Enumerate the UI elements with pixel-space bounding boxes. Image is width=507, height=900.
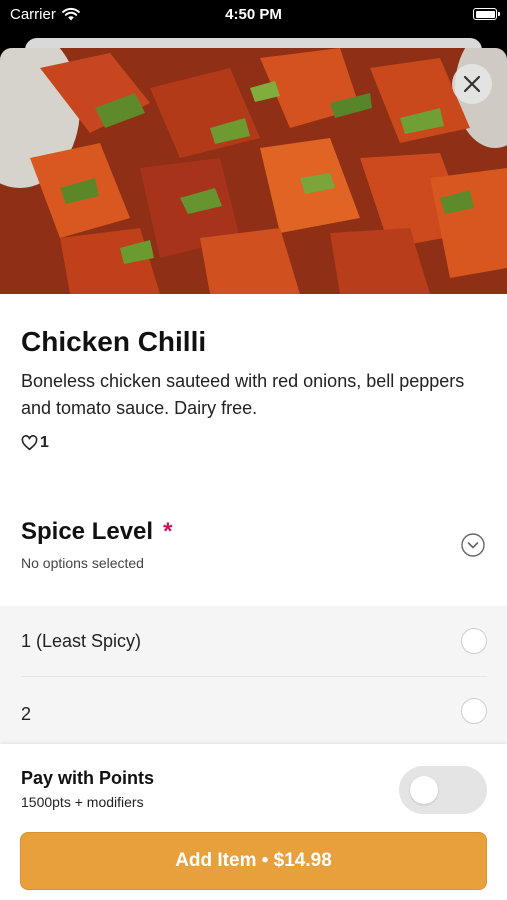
close-button[interactable] <box>452 64 492 104</box>
chevron-down-icon[interactable] <box>461 533 485 557</box>
add-item-button[interactable]: Add Item • $14.98 <box>20 832 487 890</box>
spice-level-title: Spice Level * <box>21 518 172 546</box>
option-radio[interactable] <box>461 698 487 724</box>
food-photo-image <box>0 48 507 294</box>
option-radio[interactable] <box>461 628 487 654</box>
option-label: 2 <box>21 704 32 724</box>
pay-with-points-title: Pay with Points <box>21 768 155 788</box>
footer-panel: Pay with Points 1500pts + modifiers Add … <box>0 744 507 900</box>
like-count: 1 <box>40 434 49 451</box>
spice-options-list: 1 (Least Spicy) 2 <box>0 606 507 746</box>
item-description: Boneless chicken sauteed with red onions… <box>21 371 465 418</box>
status-bar: Carrier 4:50 PM <box>0 0 507 30</box>
spice-level-status: No options selected <box>21 555 144 571</box>
option-label: 1 (Least Spicy) <box>21 631 142 651</box>
clock: 4:50 PM <box>225 6 282 23</box>
like-button[interactable]: 1 <box>21 434 49 452</box>
required-indicator: * <box>163 518 173 545</box>
pay-with-points-subtitle: 1500pts + modifiers <box>21 794 144 810</box>
spice-level-label: Spice Level <box>21 518 154 545</box>
battery-icon <box>473 8 500 20</box>
close-icon <box>463 75 481 93</box>
item-title: Chicken Chilli <box>21 326 207 357</box>
spice-option-1[interactable]: 1 (Least Spicy) <box>0 606 507 677</box>
spice-option-2[interactable]: 2 <box>0 676 507 746</box>
pay-with-points-toggle[interactable] <box>399 766 487 814</box>
heart-icon <box>21 435 38 451</box>
item-detail-sheet: Chicken Chilli Boneless chicken sauteed … <box>0 48 507 900</box>
item-photo <box>0 48 507 294</box>
toggle-knob <box>410 776 438 804</box>
